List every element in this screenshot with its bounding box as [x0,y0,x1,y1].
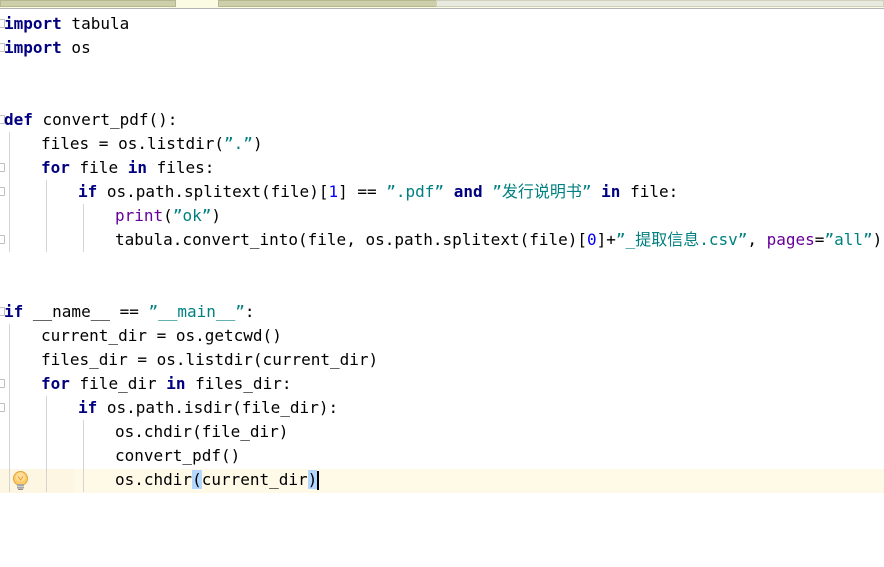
code-token: if [4,302,24,321]
code-line[interactable]: os.chdir(file_dir) [115,420,288,444]
code-token: ( [163,206,173,225]
code-token: for [41,374,70,393]
code-line[interactable]: import tabula [4,12,129,36]
code-token: : [244,302,255,321]
code-token: if [78,182,98,201]
code-token: ”.pdf” [386,182,445,201]
matched-bracket: ( [192,470,202,489]
code-token: os.path.isdir(file_dir): [97,398,339,417]
code-token: file_dir [69,374,167,393]
code-line[interactable]: current_dir = os.getcwd() [41,324,282,348]
code-line[interactable]: convert_pdf() [115,444,240,468]
code-token: def [4,110,33,129]
code-token: import [4,14,62,33]
code-token: and [453,182,483,201]
code-token: convert_pdf() [115,446,241,465]
code-line[interactable]: files = os.listdir(”.”) [41,132,263,156]
code-token: ”.” [224,134,253,153]
code-content[interactable]: import tabula import os def convert_pdf():… [0,9,884,567]
scrollbar-thumb-middle[interactable] [218,0,438,7]
code-token: current_dir = os.getcwd() [41,326,282,345]
code-token: files = os.listdir( [41,134,225,153]
code-line[interactable]: files_dir = os.listdir(current_dir) [41,348,378,372]
code-token: os [61,38,91,57]
code-token: convert_pdf(): [32,110,178,129]
code-token: os.chdir(file_dir) [115,422,289,441]
code-token: ]+ [596,230,616,249]
code-token: if [78,398,98,417]
code-token: pages [766,230,815,249]
code-token: ) [211,206,221,225]
code-token: file: [620,182,679,201]
code-line[interactable]: if os.path.splitext(file)[1] == ”.pdf” a… [78,180,678,204]
code-token: 1 [328,182,339,201]
code-line[interactable]: print(”ok”) [115,204,221,228]
code-token: ) [872,230,883,249]
code-token: for [41,158,70,177]
code-line[interactable]: def convert_pdf(): [4,108,177,132]
horizontal-scrollbar[interactable] [0,0,884,9]
scrollbar-thumb-right[interactable] [436,0,884,7]
code-token: file [69,158,128,177]
code-line[interactable]: if os.path.isdir(file_dir): [78,396,338,420]
code-token: ] == [338,182,387,201]
code-line[interactable]: tabula.convert_into(file, os.path.splite… [115,228,882,252]
code-token: print [115,206,164,225]
scrollbar-thumb-left[interactable] [0,0,176,7]
code-token: in [166,374,186,393]
matched-bracket: ) [307,470,318,489]
code-token: __name__ == [23,302,149,321]
code-token: , [747,230,767,249]
code-token: import [4,38,62,57]
code-token: 0 [587,230,597,249]
code-token: = [814,230,825,249]
code-line[interactable]: for file_dir in files_dir: [41,372,291,396]
code-token: files_dir: [185,374,292,393]
code-token: in [127,158,147,177]
code-token: os.chdir [115,470,193,489]
code-token: ”all” [824,230,873,249]
code-token: files_dir = os.listdir(current_dir) [41,350,379,369]
code-token: ”_提取信息.csv” [615,230,748,249]
code-line[interactable]: if __name__ == ”__main__”: [4,300,254,324]
code-token: ) [252,134,263,153]
code-token: ”发行说明书” [492,182,592,201]
code-token: tabula.convert_into(file, os.path.splite… [115,230,588,249]
code-line[interactable]: os.chdir(current_dir) [115,468,318,492]
code-token: tabula [61,14,130,33]
code-token: os.path.splitext(file)[ [97,182,329,201]
code-editor[interactable]: import tabula import os def convert_pdf():… [0,9,884,567]
code-token: in [601,182,621,201]
code-token: current_dir [201,470,308,489]
lightbulb-icon[interactable] [12,471,29,490]
text-caret [317,471,319,490]
code-token: ”__main__” [148,302,245,321]
code-line[interactable]: for file in files: [41,156,214,180]
code-token: files: [146,158,215,177]
code-token: ”ok” [172,206,212,225]
code-line[interactable]: import os [4,36,91,60]
